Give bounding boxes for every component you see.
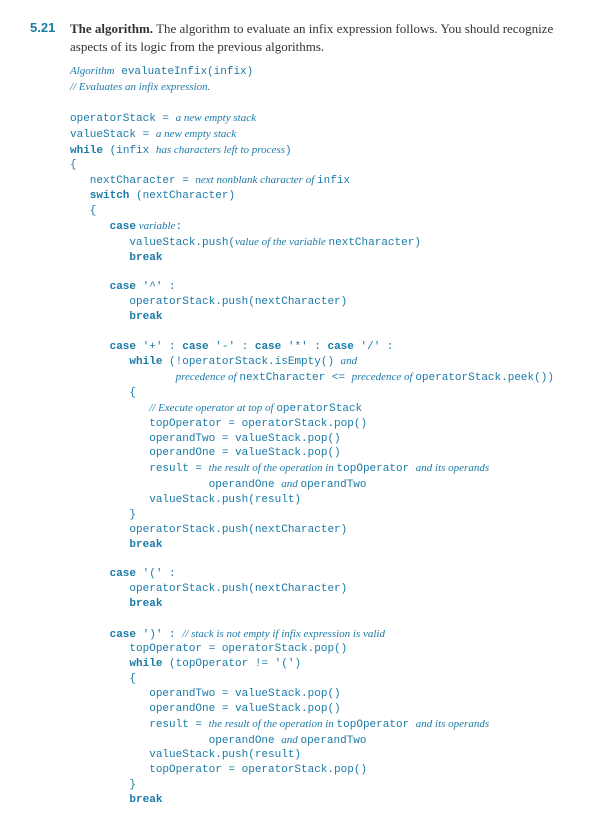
t: while: [70, 658, 162, 670]
t: evaluateInfix(infix): [121, 66, 253, 78]
section-text: The algorithm. The algorithm to evaluate…: [70, 20, 572, 56]
t: a new empty stack: [156, 128, 236, 140]
t: // Execute operator at top of: [149, 402, 276, 414]
t: precedence of: [352, 371, 416, 383]
t: a new empty stack: [176, 112, 256, 124]
t: nextCharacter <=: [239, 372, 351, 384]
t: Algorithm: [70, 65, 115, 77]
t: and: [341, 355, 358, 367]
t: break: [70, 539, 162, 551]
t: next nonblank character of: [195, 174, 317, 186]
t: operandTwo: [300, 735, 366, 747]
t: case: [70, 341, 136, 353]
t: precedence of: [176, 371, 240, 383]
t: and its operands: [416, 718, 489, 730]
t: '(' :: [136, 568, 176, 580]
t: result =: [70, 719, 209, 731]
t: {: [70, 673, 136, 685]
t: while: [70, 145, 103, 157]
t: operatorStack =: [70, 113, 176, 125]
t: // stack is not empty if infix expressio…: [182, 628, 385, 640]
t: valueStack.push(result): [70, 749, 301, 761]
t: operatorStack.peek()): [415, 372, 554, 384]
t: break: [70, 252, 162, 264]
t: topOperator = operatorStack.pop(): [70, 418, 367, 430]
t: topOperator: [337, 463, 416, 475]
t: operatorStack.push(nextCharacter): [70, 524, 347, 536]
t: '+' :: [136, 341, 182, 353]
t: valueStack.push(result): [70, 494, 301, 506]
t: '*' :: [281, 341, 327, 353]
t: [70, 403, 149, 415]
t: case: [70, 568, 136, 580]
t: (!operatorStack.isEmpty(): [162, 356, 340, 368]
t: break: [70, 311, 162, 323]
t: nextCharacter =: [70, 175, 195, 187]
t: (nextCharacter): [129, 190, 235, 202]
t: has characters left to process: [156, 144, 285, 156]
t: }: [70, 779, 136, 791]
t: ')' :: [136, 629, 182, 641]
t: operandOne = valueStack.pop(): [70, 447, 341, 459]
t: topOperator: [337, 719, 416, 731]
t: operatorStack: [276, 403, 362, 415]
t: switch: [70, 190, 129, 202]
t: valueStack.push(: [70, 237, 235, 249]
t: (infix: [103, 145, 156, 157]
t: break: [70, 794, 162, 806]
t: case: [70, 281, 136, 293]
t: // Evaluates an infix expression.: [70, 81, 210, 93]
t: result =: [70, 463, 209, 475]
t: }: [70, 509, 136, 521]
t: (topOperator != '('): [162, 658, 301, 670]
t: {: [70, 159, 77, 171]
t: value of the variable: [235, 236, 328, 248]
t: and: [281, 734, 300, 746]
algorithm-block: Algorithm evaluateInfix(infix) // Evalua…: [70, 64, 572, 807]
t: topOperator = operatorStack.pop(): [70, 643, 347, 655]
t: operatorStack.push(nextCharacter): [70, 296, 347, 308]
t: operandOne: [70, 479, 281, 491]
t: while: [70, 356, 162, 368]
t: operandOne: [70, 735, 281, 747]
t: case: [70, 221, 136, 233]
t: and: [281, 478, 300, 490]
t: case: [182, 341, 208, 353]
t: the result of the operation in: [209, 718, 337, 730]
t: infix: [317, 175, 350, 187]
t: :: [175, 221, 182, 233]
section-title: The algorithm.: [70, 21, 153, 36]
t: valueStack =: [70, 129, 156, 141]
t: the result of the operation in: [209, 462, 337, 474]
t: nextCharacter): [329, 237, 421, 249]
t: and its operands: [416, 462, 489, 474]
t: variable: [136, 220, 175, 232]
t: operatorStack.push(nextCharacter): [70, 583, 347, 595]
t: '/' :: [354, 341, 394, 353]
t: operandTwo = valueStack.pop(): [70, 688, 341, 700]
t: operandTwo = valueStack.pop(): [70, 433, 341, 445]
t: {: [70, 205, 96, 217]
t: operandOne = valueStack.pop(): [70, 703, 341, 715]
t: case: [327, 341, 353, 353]
t: {: [70, 387, 136, 399]
t: case: [70, 629, 136, 641]
t: '^' :: [136, 281, 176, 293]
t: ): [285, 145, 292, 157]
section-header: 5.21 The algorithm. The algorithm to eva…: [30, 20, 572, 56]
t: '-' :: [209, 341, 255, 353]
t: case: [255, 341, 281, 353]
t: topOperator = operatorStack.pop(): [70, 764, 367, 776]
section-number: 5.21: [30, 20, 70, 35]
t: break: [70, 598, 162, 610]
t: [70, 372, 176, 384]
t: operandTwo: [300, 479, 366, 491]
